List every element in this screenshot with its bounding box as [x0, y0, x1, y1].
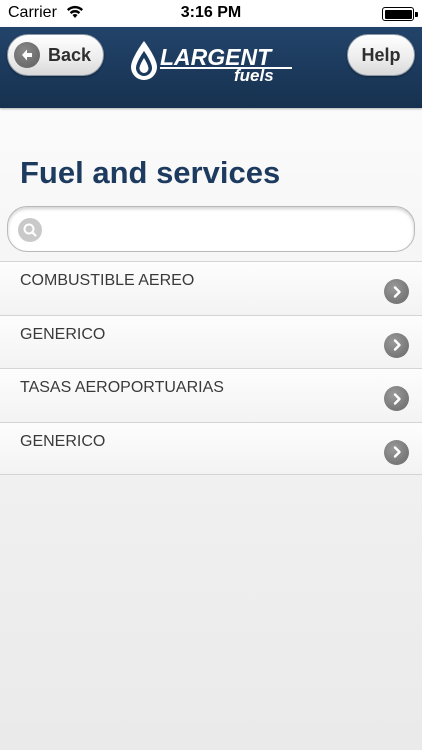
logo-subtitle: fuels: [234, 66, 274, 85]
back-arrow-icon: [14, 42, 40, 68]
help-button-label: Help: [361, 44, 401, 65]
fuel-drop-icon: [131, 41, 157, 80]
list-item[interactable]: TASAS AEROPORTUARIAS: [0, 368, 422, 422]
list-item-label: TASAS AEROPORTUARIAS: [20, 379, 224, 396]
page-title: Fuel and services: [20, 155, 281, 190]
list-item-label: COMBUSTIBLE AEREO: [20, 272, 195, 289]
battery-icon: [382, 7, 418, 21]
back-button-label: Back: [48, 44, 92, 65]
search-icon: [18, 218, 42, 242]
status-time: 3:16 PM: [180, 4, 242, 21]
list-item-label: GENERICO: [20, 325, 106, 343]
largent-fuels-logo: LARGENT fuels: [128, 40, 298, 86]
chevron-right-icon: [384, 332, 409, 358]
list-item[interactable]: COMBUSTIBLE AEREO: [0, 261, 422, 315]
list-item-label: GENERICO: [20, 432, 106, 450]
list-item[interactable]: GENERICO: [0, 314, 422, 368]
services-list: COMBUSTIBLE AEREO GENERICO TASAS AEROPOR…: [0, 261, 422, 475]
help-button[interactable]: Help: [347, 34, 415, 76]
back-button[interactable]: Back: [7, 34, 104, 76]
chevron-right-icon: [384, 439, 409, 465]
chevron-right-icon: [384, 279, 409, 304]
status-bar: Carrier 3:16 PM: [0, 0, 422, 27]
list-item[interactable]: GENERICO: [0, 421, 422, 475]
chevron-right-icon: [384, 386, 409, 411]
search-bar[interactable]: [7, 206, 415, 252]
search-input[interactable]: [50, 215, 400, 243]
navigation-bar: Back LARGENT fuels Help: [0, 27, 422, 108]
